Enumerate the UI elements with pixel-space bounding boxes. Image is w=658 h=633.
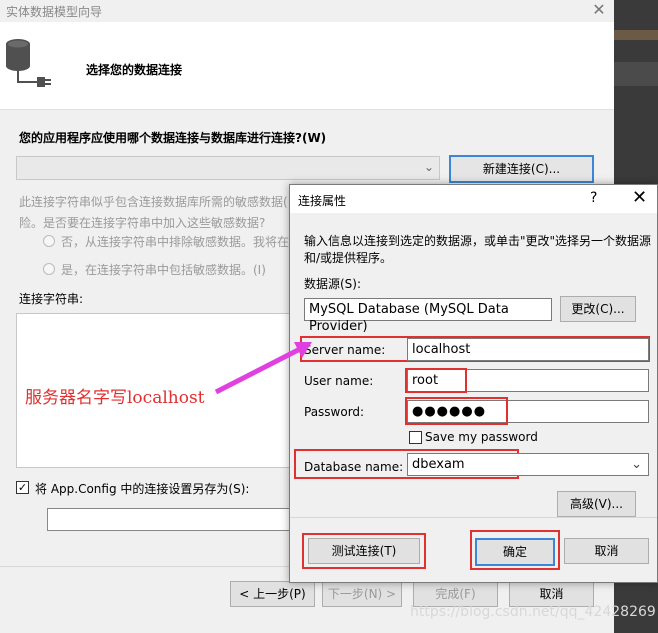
wizard-header: 选择您的数据连接	[0, 22, 614, 110]
close-icon[interactable]: ✕	[590, 1, 608, 19]
connection-string-label: 连接字符串:	[19, 292, 84, 306]
datasource-label: 数据源(S):	[304, 277, 362, 291]
dialog-titlebar: 连接属性 ? ✕	[290, 185, 657, 213]
save-config-checkbox[interactable]: ✓	[16, 481, 29, 494]
annotation-text: 服务器名字写localhost	[25, 388, 205, 408]
password-highlight	[405, 397, 508, 425]
prev-button[interactable]: < 上一步(P)	[230, 581, 315, 607]
chevron-down-icon: ⌄	[423, 160, 434, 174]
help-icon[interactable]: ?	[590, 190, 597, 206]
radio-include[interactable]	[43, 263, 55, 275]
dialog-intro: 输入信息以连接到选定的数据源，或单击"更改"选择另一个数据源和/或提供程序。	[304, 234, 652, 265]
connection-dropdown[interactable]: ⌄	[16, 156, 440, 180]
chevron-down-icon: ⌄	[631, 457, 642, 472]
user-highlight	[405, 368, 467, 393]
annotation-arrow	[214, 342, 312, 395]
password-label: Password:	[304, 405, 365, 419]
ok-button[interactable]: 确定	[475, 538, 555, 566]
test-connection-button[interactable]: 测试连接(T)	[308, 538, 420, 564]
save-config-input[interactable]	[47, 508, 293, 531]
connection-question: 您的应用程序应使用哪个数据连接与数据库进行连接?(W)	[19, 131, 327, 145]
wizard-title: 实体数据模型向导	[6, 5, 103, 19]
database-value: dbexam	[412, 457, 465, 472]
sensitive-line-2: 险。是否要在连接字符串中加入这些敏感数据?	[19, 216, 266, 230]
sensitive-data-notice: 此连接字符串似乎包含连接数据库所需的敏感数据( 险。是否要在连接字符串中加入这些…	[19, 192, 291, 234]
database-name-dropdown[interactable]: dbexam ⌄	[407, 453, 649, 476]
change-datasource-button[interactable]: 更改(C)...	[560, 296, 636, 322]
radio-include-label: 是，在连接字符串中包括敏感数据。(I)	[61, 263, 266, 277]
watermark: https://blog.csdn.net/qq_42428269	[410, 604, 656, 620]
datasource-field: MySQL Database (MySQL Data Provider)	[304, 298, 552, 334]
save-password-checkbox[interactable]	[409, 431, 422, 444]
save-config-label: 将 App.Config 中的连接设置另存为(S):	[35, 482, 250, 496]
server-name-input[interactable]: localhost	[407, 338, 649, 361]
wizard-heading: 选择您的数据连接	[86, 63, 183, 77]
next-button[interactable]: 下一步(N) >	[322, 581, 402, 607]
radio-exclude-label: 否，从连接字符串中排除敏感数据。我将在	[61, 235, 290, 249]
database-connection-icon	[6, 39, 51, 87]
new-connection-button[interactable]: 新建连接(C)...	[449, 155, 594, 183]
database-name-label: Database name:	[304, 460, 404, 474]
dialog-cancel-button[interactable]: 取消	[564, 538, 649, 564]
dialog-divider	[290, 517, 657, 518]
advanced-button[interactable]: 高级(V)...	[557, 491, 636, 517]
sensitive-line-1: 此连接字符串似乎包含连接数据库所需的敏感数据(	[19, 195, 288, 209]
radio-exclude[interactable]	[43, 235, 55, 247]
close-icon[interactable]: ✕	[632, 187, 647, 208]
save-password-label: Save my password	[425, 430, 538, 444]
connection-properties-dialog: 连接属性 ? ✕ 输入信息以连接到选定的数据源，或单击"更改"选择另一个数据源和…	[289, 184, 658, 583]
dialog-title: 连接属性	[298, 194, 347, 208]
